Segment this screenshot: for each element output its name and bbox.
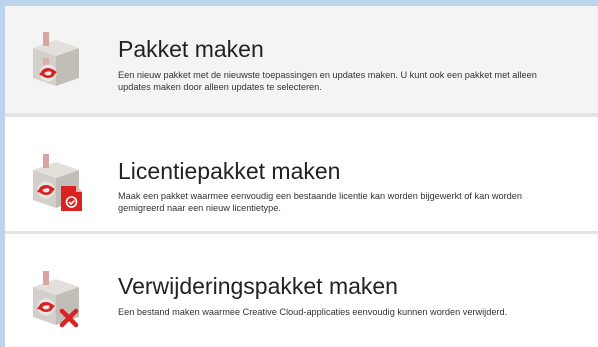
option-title: Pakket maken	[118, 36, 264, 62]
license-package-icon	[27, 150, 85, 214]
divider	[5, 231, 598, 234]
create-license-package-option[interactable]: Licentiepakket maken Maak een pakket waa…	[5, 118, 598, 230]
uninstall-package-icon	[27, 267, 85, 331]
package-box-icon	[27, 28, 85, 92]
option-title: Verwijderingspakket maken	[118, 273, 398, 299]
divider	[5, 113, 598, 117]
option-description: Maak een pakket waarmee eenvoudig een be…	[118, 191, 522, 213]
create-uninstall-package-option[interactable]: Verwijderingspakket maken Een bestand ma…	[5, 236, 598, 347]
option-description: Een nieuw pakket met de nieuwste toepass…	[118, 70, 537, 92]
option-title: Licentiepakket maken	[118, 158, 341, 184]
option-description: Een bestand maken waarmee Creative Cloud…	[118, 307, 508, 317]
create-package-option[interactable]: Pakket maken Een nieuw pakket met de nie…	[5, 6, 598, 113]
package-options-panel: Pakket maken Een nieuw pakket met de nie…	[5, 6, 598, 347]
